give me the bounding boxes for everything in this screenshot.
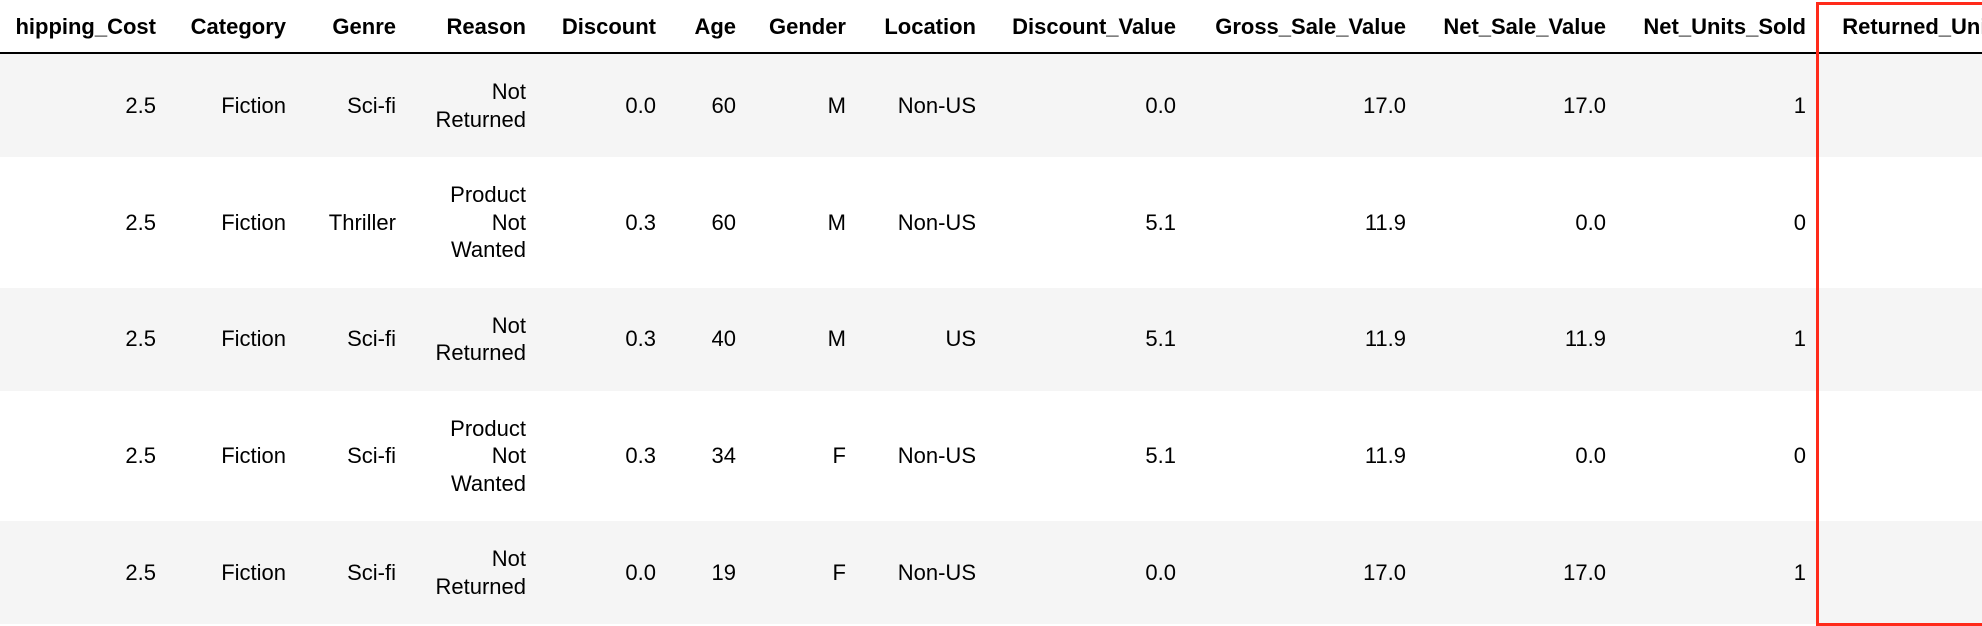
cell-location: Non-US (860, 157, 990, 288)
cell-returned-units: 0 (1820, 53, 1982, 157)
cell-net-sale: 17.0 (1420, 521, 1620, 624)
cell-location: Non-US (860, 521, 990, 624)
cell-reason: Not Returned (410, 53, 540, 157)
cell-genre: Sci-fi (300, 391, 410, 522)
cell-gross-sale: 11.9 (1190, 288, 1420, 391)
cell-discount-value: 0.0 (990, 53, 1190, 157)
cell-category: Fiction (170, 157, 300, 288)
col-header-net-units: Net_Units_Sold (1620, 4, 1820, 53)
cell-gender: M (750, 157, 860, 288)
cell-gross-sale: 11.9 (1190, 391, 1420, 522)
cell-discount: 0.0 (540, 53, 670, 157)
cell-genre: Sci-fi (300, 288, 410, 391)
col-header-genre: Genre (300, 4, 410, 53)
cell-category: Fiction (170, 391, 300, 522)
col-header-age: Age (670, 4, 750, 53)
cell-gender: M (750, 53, 860, 157)
col-header-discount: Discount (540, 4, 670, 53)
cell-discount-value: 5.1 (990, 157, 1190, 288)
cell-net-sale: 0.0 (1420, 391, 1620, 522)
cell-shipping-cost: 2.5 (0, 521, 170, 624)
cell-gender: F (750, 521, 860, 624)
table-row: 2.5 Fiction Sci-fi Product Not Wanted 0.… (0, 391, 1982, 522)
cell-discount-value: 5.1 (990, 288, 1190, 391)
cell-net-units: 1 (1620, 53, 1820, 157)
cell-returned-units: 0 (1820, 521, 1982, 624)
cell-reason: Product Not Wanted (410, 157, 540, 288)
cell-net-units: 1 (1620, 288, 1820, 391)
col-header-category: Category (170, 4, 300, 53)
cell-net-sale: 17.0 (1420, 53, 1620, 157)
cell-discount: 0.3 (540, 157, 670, 288)
cell-net-units: 1 (1620, 521, 1820, 624)
cell-category: Fiction (170, 53, 300, 157)
table-row: 2.5 Fiction Sci-fi Not Returned 0.0 19 F… (0, 521, 1982, 624)
cell-discount-value: 0.0 (990, 521, 1190, 624)
cell-genre: Sci-fi (300, 521, 410, 624)
cell-shipping-cost: 2.5 (0, 53, 170, 157)
cell-gross-sale: 17.0 (1190, 521, 1420, 624)
table-row: 2.5 Fiction Sci-fi Not Returned 0.0 60 M… (0, 53, 1982, 157)
cell-reason: Product Not Wanted (410, 391, 540, 522)
cell-category: Fiction (170, 521, 300, 624)
cell-reason: Not Returned (410, 521, 540, 624)
cell-net-sale: 11.9 (1420, 288, 1620, 391)
cell-location: Non-US (860, 53, 990, 157)
cell-age: 60 (670, 157, 750, 288)
cell-net-units: 0 (1620, 391, 1820, 522)
cell-returned-units: 1 (1820, 391, 1982, 522)
col-header-gross-sale: Gross_Sale_Value (1190, 4, 1420, 53)
cell-gross-sale: 11.9 (1190, 157, 1420, 288)
cell-gross-sale: 17.0 (1190, 53, 1420, 157)
cell-discount: 0.3 (540, 288, 670, 391)
cell-age: 19 (670, 521, 750, 624)
cell-shipping-cost: 2.5 (0, 157, 170, 288)
cell-shipping-cost: 2.5 (0, 288, 170, 391)
table-row: 2.5 Fiction Sci-fi Not Returned 0.3 40 M… (0, 288, 1982, 391)
cell-shipping-cost: 2.5 (0, 391, 170, 522)
col-header-net-sale: Net_Sale_Value (1420, 4, 1620, 53)
cell-discount: 0.0 (540, 521, 670, 624)
cell-age: 34 (670, 391, 750, 522)
table-header-row: hipping_Cost Category Genre Reason Disco… (0, 4, 1982, 53)
cell-discount-value: 5.1 (990, 391, 1190, 522)
cell-genre: Sci-fi (300, 53, 410, 157)
cell-gender: F (750, 391, 860, 522)
cell-location: Non-US (860, 391, 990, 522)
col-header-gender: Gender (750, 4, 860, 53)
cell-reason: Not Returned (410, 288, 540, 391)
col-header-location: Location (860, 4, 990, 53)
cell-gender: M (750, 288, 860, 391)
cell-returned-units: 1 (1820, 157, 1982, 288)
table-row: 2.5 Fiction Thriller Product Not Wanted … (0, 157, 1982, 288)
col-header-reason: Reason (410, 4, 540, 53)
cell-returned-units: 0 (1820, 288, 1982, 391)
cell-category: Fiction (170, 288, 300, 391)
table-wrapper: hipping_Cost Category Genre Reason Disco… (0, 0, 1982, 624)
col-header-returned-units: Returned_Units (1820, 4, 1982, 53)
cell-genre: Thriller (300, 157, 410, 288)
cell-net-sale: 0.0 (1420, 157, 1620, 288)
cell-age: 60 (670, 53, 750, 157)
cell-location: US (860, 288, 990, 391)
col-header-discount-value: Discount_Value (990, 4, 1190, 53)
col-header-shipping-cost: hipping_Cost (0, 4, 170, 53)
cell-net-units: 0 (1620, 157, 1820, 288)
cell-discount: 0.3 (540, 391, 670, 522)
data-table: hipping_Cost Category Genre Reason Disco… (0, 4, 1982, 624)
cell-age: 40 (670, 288, 750, 391)
